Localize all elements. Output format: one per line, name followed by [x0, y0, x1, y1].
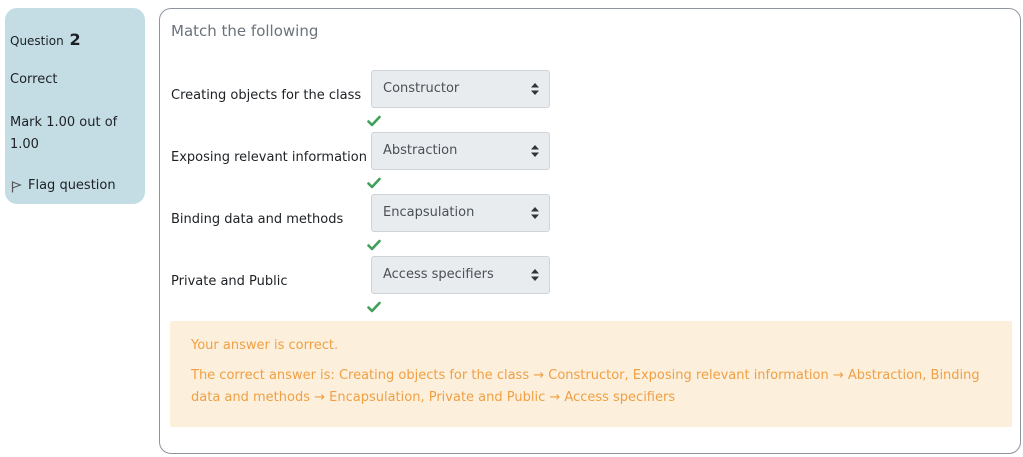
- feedback-box: Your answer is correct. The correct answ…: [170, 321, 1012, 427]
- question-state: Correct: [10, 72, 58, 87]
- match-row-label: Private and Public: [171, 274, 288, 289]
- feedback-result: Your answer is correct.: [191, 338, 339, 353]
- select-arrows-icon: [531, 145, 539, 157]
- match-row-label: Binding data and methods: [171, 212, 344, 227]
- correct-check-icon: [367, 301, 381, 313]
- question-content: Match the following Creating objects for…: [159, 8, 1021, 454]
- correct-check-icon: [367, 177, 381, 189]
- match-select-value: Access specifiers: [383, 267, 494, 282]
- question-text: Match the following: [171, 22, 319, 40]
- question-number-value: 2: [69, 30, 81, 49]
- match-select[interactable]: Access specifiers: [371, 256, 550, 294]
- feedback-correct-answer: The correct answer is: Creating objects …: [191, 368, 980, 405]
- question-grade: Mark 1.00 out of 1.00: [10, 115, 118, 152]
- match-row-label: Creating objects for the class: [171, 88, 362, 103]
- question-number: Question 2: [10, 30, 81, 49]
- match-select-value: Encapsulation: [383, 205, 475, 220]
- select-arrows-icon: [531, 83, 539, 95]
- correct-check-icon: [367, 115, 381, 127]
- match-row-label: Exposing relevant information: [171, 150, 367, 165]
- flag-icon: [11, 181, 22, 193]
- match-select-value: Abstraction: [383, 143, 458, 158]
- correct-check-icon: [367, 239, 381, 251]
- question-info-panel: Question 2 Correct Mark 1.00 out of 1.00…: [5, 8, 145, 204]
- match-select[interactable]: Encapsulation: [371, 194, 550, 232]
- match-select[interactable]: Constructor: [371, 70, 550, 108]
- match-select-value: Constructor: [383, 81, 460, 96]
- match-select[interactable]: Abstraction: [371, 132, 550, 170]
- flag-question-label: Flag question: [28, 178, 116, 193]
- question-label: Question: [10, 34, 64, 48]
- select-arrows-icon: [531, 207, 539, 219]
- flag-question-link[interactable]: Flag question: [11, 178, 116, 193]
- select-arrows-icon: [531, 269, 539, 281]
